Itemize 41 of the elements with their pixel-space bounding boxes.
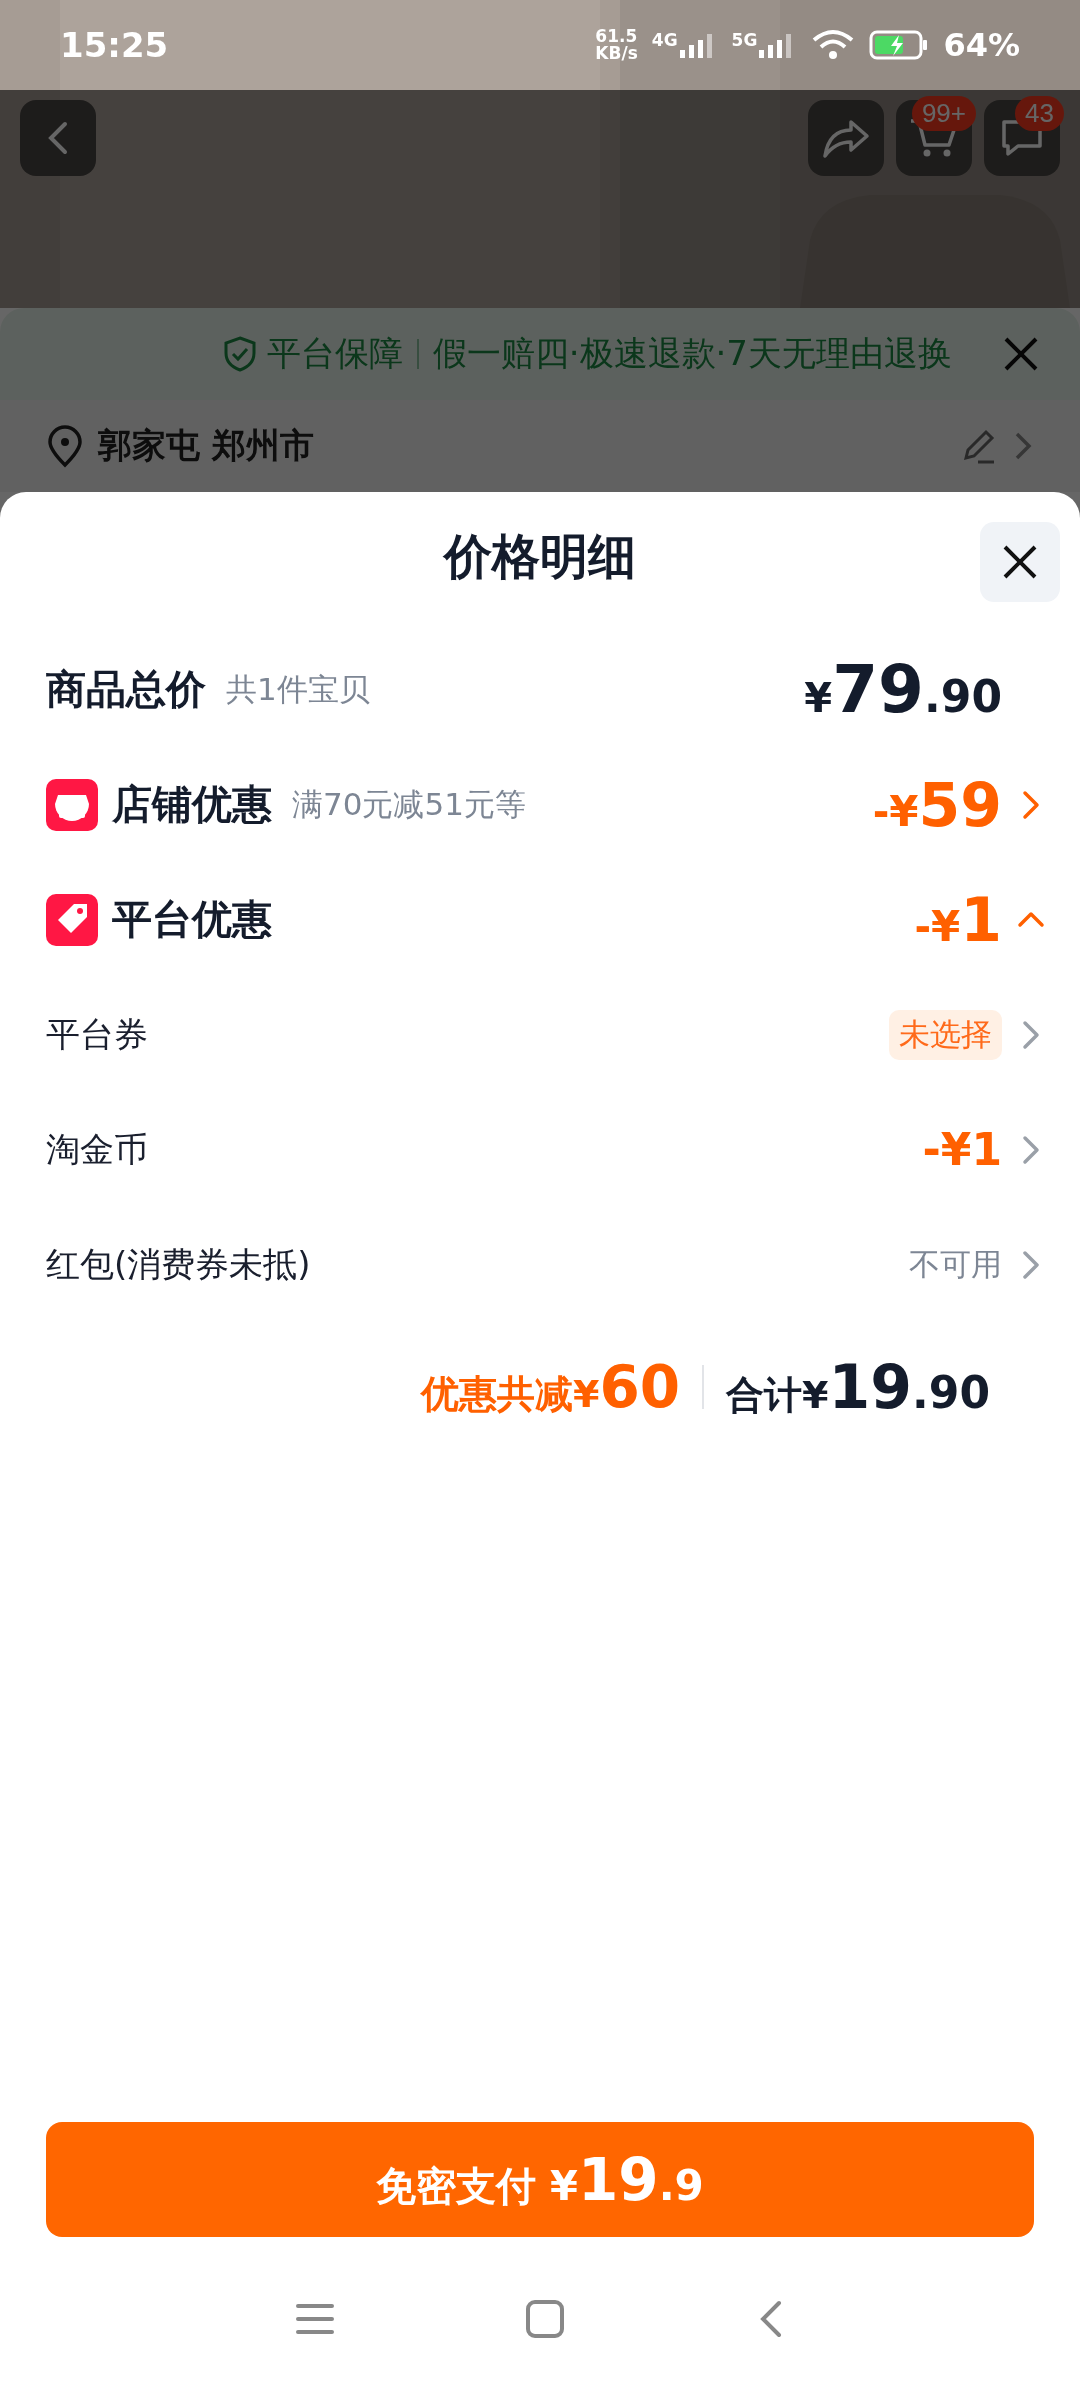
- total-discount: 优惠共减¥60: [420, 1353, 681, 1421]
- discount-amount: -¥1: [914, 884, 1002, 955]
- back-button[interactable]: [20, 100, 96, 176]
- guarantee-title: 平台保障: [266, 332, 403, 375]
- share-button[interactable]: [808, 100, 884, 176]
- sheet-title: 价格明细: [444, 527, 636, 586]
- row-label: 商品总价: [46, 665, 206, 714]
- status-text: 不可用: [909, 1244, 1002, 1284]
- tag-icon: [46, 893, 98, 946]
- close-icon: [1002, 335, 1040, 373]
- row-label: 淘金币: [46, 1127, 148, 1171]
- battery-level: 64%: [943, 26, 1020, 64]
- row-label: 红包(消费券未抵): [46, 1242, 311, 1286]
- total-amount: 合计¥19.90: [726, 1352, 990, 1422]
- row-label: 店铺优惠: [112, 780, 272, 829]
- network-speed: 61.5 KB/s: [595, 28, 638, 62]
- row-label: 平台优惠: [112, 895, 272, 944]
- close-button[interactable]: [980, 522, 1060, 602]
- status-time: 15:25: [60, 25, 170, 65]
- location-icon: [46, 424, 84, 468]
- status-tag: 未选择: [889, 1009, 1002, 1060]
- item-count: 共1件宝贝: [226, 669, 370, 709]
- shield-icon: [222, 335, 257, 373]
- home-icon[interactable]: [525, 2298, 565, 2339]
- store-icon: [46, 778, 98, 831]
- discount-amount: -¥1: [922, 1124, 1002, 1175]
- row-label: 平台券: [46, 1012, 148, 1056]
- pay-button[interactable]: 免密支付 ¥19.9: [46, 2122, 1034, 2237]
- network-type: 4G: [651, 30, 678, 50]
- message-badge: 43: [1015, 96, 1064, 131]
- close-icon: [1001, 543, 1039, 581]
- total-price: ¥79.90: [804, 651, 1002, 728]
- wifi-icon: [811, 28, 856, 62]
- guarantee-details: 假一赔四·极速退款·7天无理由退换: [432, 332, 952, 375]
- cart-badge: 99+: [911, 96, 976, 131]
- battery-icon: [869, 29, 930, 61]
- address-text: 郭家屯 郑州市: [98, 424, 315, 467]
- menu-icon[interactable]: [295, 2301, 335, 2336]
- network-type: 5G: [731, 30, 758, 50]
- discount-note: 满70元减51元等: [292, 784, 526, 824]
- discount-amount: -¥59: [872, 769, 1002, 840]
